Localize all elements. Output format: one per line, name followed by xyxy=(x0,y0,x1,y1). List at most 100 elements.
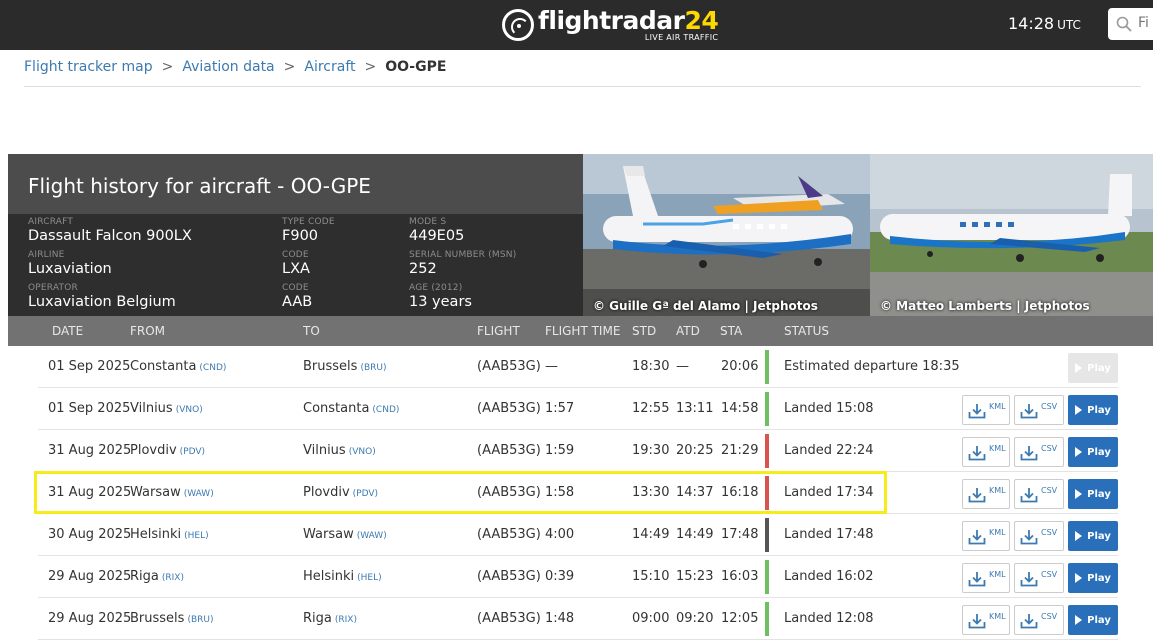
play-button[interactable]: Play xyxy=(1068,605,1118,635)
table-row: 29 Aug 2025 Riga (RIX) Helsinki (HEL) (AAB53G… xyxy=(38,556,1118,598)
play-button[interactable]: Play xyxy=(1068,479,1118,509)
photo-credit: © Guille Gª del Alamo | Jetphotos xyxy=(593,299,818,313)
aircraft-header: Flight history for aircraft - OO-GPE AIR… xyxy=(8,154,1153,316)
column-header-to: TO xyxy=(303,324,320,338)
from-airport[interactable]: Vilnius (VNO) xyxy=(130,401,203,416)
download-csv-button[interactable]: CSV xyxy=(1014,521,1064,551)
column-header-sta: STA xyxy=(720,324,743,338)
to-airport[interactable]: Plovdiv (PDV) xyxy=(303,485,378,500)
column-header-from: FROM xyxy=(130,324,166,338)
table-row: 01 Sep 2025 Constanta (CND) Brussels (BRU) (A… xyxy=(38,346,1118,388)
airline-code: LXA xyxy=(282,261,310,277)
title-bar: Flight history for aircraft - OO-GPE xyxy=(8,154,583,214)
play-icon xyxy=(1075,363,1083,373)
download-kml-button[interactable]: KML xyxy=(962,479,1010,509)
download-kml-button[interactable]: KML xyxy=(962,521,1010,551)
download-csv-button[interactable]: CSV xyxy=(1014,563,1064,593)
radar-icon xyxy=(502,9,534,41)
play-label: Play xyxy=(1087,572,1111,584)
download-kml-button[interactable]: KML xyxy=(962,395,1010,425)
field-label: OPERATOR xyxy=(28,283,78,293)
play-icon xyxy=(1075,615,1083,625)
to-airport[interactable]: Riga (RIX) xyxy=(303,611,357,626)
to-code: (VNO) xyxy=(348,447,376,457)
to-code: (PDV) xyxy=(352,489,379,499)
from-city: Plovdiv xyxy=(130,443,177,458)
from-airport[interactable]: Warsaw (WAW) xyxy=(130,485,214,500)
from-airport[interactable]: Helsinki (HEL) xyxy=(130,527,209,542)
to-city: Vilnius xyxy=(303,443,346,458)
from-city: Riga xyxy=(130,569,159,584)
field-label: Code xyxy=(282,283,309,293)
flight-status: Landed 22:24 xyxy=(784,443,874,458)
status-indicator xyxy=(765,602,769,636)
to-airport[interactable]: Brussels (BRU) xyxy=(303,359,386,374)
from-airport[interactable]: Plovdiv (PDV) xyxy=(130,443,205,458)
to-airport[interactable]: Vilnius (VNO) xyxy=(303,443,376,458)
divider xyxy=(24,86,1141,87)
download-icon xyxy=(1020,614,1038,629)
from-airport[interactable]: Brussels (BRU) xyxy=(130,611,213,626)
breadcrumb-separator: > xyxy=(283,59,296,75)
from-code: (CND) xyxy=(199,363,227,373)
search-input[interactable] xyxy=(1138,15,1153,31)
play-button[interactable]: Play xyxy=(1068,521,1118,551)
flight-time: 1:58 xyxy=(545,485,575,500)
play-button[interactable]: Play xyxy=(1068,395,1118,425)
flight-date: 01 Sep 2025 xyxy=(48,359,131,374)
download-icon xyxy=(968,530,986,545)
download-csv-button[interactable]: CSV xyxy=(1014,395,1064,425)
to-airport[interactable]: Constanta (CND) xyxy=(303,401,399,416)
download-csv-button[interactable]: CSV xyxy=(1014,479,1064,509)
search-box[interactable] xyxy=(1108,8,1153,40)
play-button[interactable]: Play xyxy=(1068,437,1118,467)
csv-label: CSV xyxy=(1041,612,1058,621)
std-time: 12:55 xyxy=(632,401,670,416)
breadcrumb-aircraft[interactable]: Aircraft xyxy=(304,59,355,75)
play-icon xyxy=(1075,405,1083,415)
std-time: 18:30 xyxy=(632,359,670,374)
download-csv-button[interactable]: CSV xyxy=(1014,437,1064,467)
status-indicator xyxy=(765,350,769,384)
flight-number: (AAB53G) xyxy=(477,401,541,416)
breadcrumb-flight-tracker-map[interactable]: Flight tracker map xyxy=(24,59,153,75)
flight-time: 1:48 xyxy=(545,611,575,626)
aircraft-photo[interactable]: © Guille Gª del Alamo | Jetphotos xyxy=(583,154,870,316)
download-csv-button[interactable]: CSV xyxy=(1014,605,1064,635)
play-label: Play xyxy=(1087,446,1111,458)
aircraft-photo[interactable]: © Matteo Lamberts | Jetphotos xyxy=(870,154,1153,316)
from-city: Helsinki xyxy=(130,527,182,542)
to-city: Riga xyxy=(303,611,332,626)
breadcrumb-separator: > xyxy=(364,59,377,75)
download-kml-button[interactable]: KML xyxy=(962,563,1010,593)
flight-date: 30 Aug 2025 xyxy=(48,527,132,542)
airline-name[interactable]: Luxaviation xyxy=(28,260,112,279)
download-kml-button[interactable]: KML xyxy=(962,605,1010,635)
column-header-status: STATUS xyxy=(784,324,830,338)
flightradar24-logo[interactable]: flightradar24 LIVE AIR TRAFFIC xyxy=(502,5,719,45)
play-button[interactable]: Play xyxy=(1068,563,1118,593)
download-kml-button[interactable]: KML xyxy=(962,437,1010,467)
utc-clock: 14:28 UTC xyxy=(1008,14,1081,33)
table-row: 31 Aug 2025 Plovdiv (PDV) Vilnius (VNO) (AAB5… xyxy=(38,430,1118,472)
from-airport[interactable]: Riga (RIX) xyxy=(130,569,184,584)
to-airport[interactable]: Warsaw (WAW) xyxy=(303,527,387,542)
flight-status: Landed 17:34 xyxy=(784,485,874,500)
to-airport[interactable]: Helsinki (HEL) xyxy=(303,569,382,584)
flight-date: 31 Aug 2025 xyxy=(48,485,132,500)
flight-status: Landed 16:02 xyxy=(784,569,874,584)
flight-time: 1:57 xyxy=(545,401,575,416)
flight-date: 01 Sep 2025 xyxy=(48,401,131,416)
sta-time: 14:58 xyxy=(721,401,759,416)
atd-time: 14:37 xyxy=(676,485,714,500)
breadcrumb-aviation-data[interactable]: Aviation data xyxy=(182,59,274,75)
play-button[interactable]: Play xyxy=(1068,353,1118,383)
from-airport[interactable]: Constanta (CND) xyxy=(130,359,226,374)
operator-field: OPERATOR Luxaviation Belgium xyxy=(28,283,176,312)
kml-label: KML xyxy=(989,402,1006,411)
field-label: AGE (2012) xyxy=(409,283,463,293)
logo-name: flightradar24 xyxy=(538,6,719,35)
std-time: 09:00 xyxy=(632,611,670,626)
play-icon xyxy=(1075,573,1083,583)
table-row: 30 Aug 2025 Helsinki (HEL) Warsaw (WAW) (AAB5… xyxy=(38,514,1118,556)
